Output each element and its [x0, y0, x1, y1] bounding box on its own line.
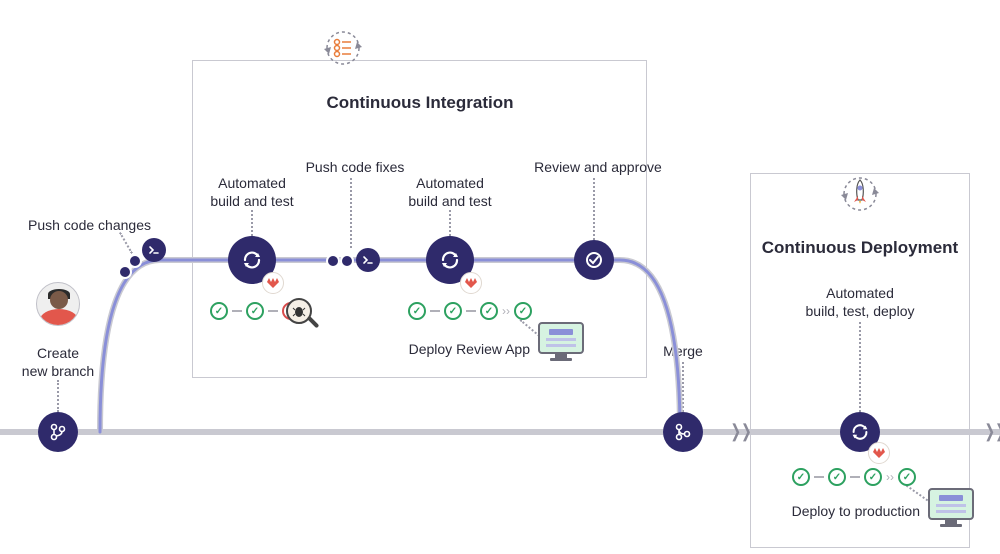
cycle-icon: [240, 248, 264, 272]
cycle-icon: [438, 248, 462, 272]
terminal-node: [356, 248, 380, 272]
git-merge-icon: [673, 422, 693, 442]
check-icon: ✓: [246, 302, 264, 320]
pipeline-status-pass-cd: ✓ ✓ ✓ ›› ✓: [792, 468, 916, 486]
user-avatar: [36, 282, 80, 326]
branch-node: [38, 412, 78, 452]
dotted-connector: [57, 380, 59, 412]
push-fixes-label: Push code fixes: [300, 158, 410, 176]
check-icon: ✓: [864, 468, 882, 486]
dotted-connector: [449, 210, 451, 236]
arrow-right-icon: ❯❯: [731, 421, 752, 442]
check-circle-icon: [584, 250, 604, 270]
check-icon: ✓: [444, 302, 462, 320]
deploy-review-app-label: Deploy Review App: [390, 340, 530, 358]
commit-dot: [340, 254, 354, 268]
push-changes-label: Push code changes: [28, 216, 168, 234]
cycle-icon: [849, 421, 871, 443]
approve-node: [574, 240, 614, 280]
chevron-right-icon: ››: [502, 304, 510, 318]
git-branch-icon: [48, 422, 68, 442]
ci-title: Continuous Integration: [240, 92, 600, 114]
dotted-connector: [251, 210, 253, 236]
auto-build-test-1-label: Automated build and test: [200, 174, 304, 210]
review-app-monitor-icon: [538, 322, 584, 362]
check-icon: ✓: [408, 302, 426, 320]
dotted-connector: [682, 362, 684, 412]
production-monitor-icon: [928, 488, 974, 528]
dotted-connector: [119, 232, 133, 254]
check-icon: ✓: [514, 302, 532, 320]
merge-node: [663, 412, 703, 452]
commit-dot: [128, 254, 142, 268]
gitlab-badge-icon: [868, 442, 890, 464]
auto-build-test-2-label: Automated build and test: [398, 174, 502, 210]
arrow-right-icon: ❯❯: [985, 421, 1000, 442]
merge-label: Merge: [658, 342, 708, 360]
auto-build-test-deploy-label: Automated build, test, deploy: [798, 284, 922, 320]
terminal-icon: [148, 244, 160, 256]
dotted-connector: [593, 178, 595, 240]
check-icon: ✓: [210, 302, 228, 320]
pipeline-status-pass: ✓ ✓ ✓ ›› ✓: [408, 302, 532, 320]
check-icon: ✓: [898, 468, 916, 486]
commit-dot: [118, 265, 132, 279]
check-icon: ✓: [792, 468, 810, 486]
terminal-icon: [362, 254, 374, 266]
bug-magnifier-icon: [286, 298, 312, 324]
chevron-right-icon: ››: [886, 470, 894, 484]
deploy-production-label: Deploy to production: [770, 502, 920, 520]
ci-header-icon: [315, 20, 371, 76]
gitlab-badge-icon: [460, 272, 482, 294]
cd-header-icon: [832, 166, 888, 222]
terminal-node: [142, 238, 166, 262]
dotted-connector: [350, 178, 352, 248]
dotted-connector: [859, 322, 861, 412]
check-icon: ✓: [828, 468, 846, 486]
check-icon: ✓: [480, 302, 498, 320]
create-branch-label: Create new branch: [18, 344, 98, 380]
gitlab-badge-icon: [262, 272, 284, 294]
review-approve-label: Review and approve: [528, 158, 668, 176]
cd-title: Continuous Deployment: [750, 237, 970, 259]
commit-dot: [326, 254, 340, 268]
